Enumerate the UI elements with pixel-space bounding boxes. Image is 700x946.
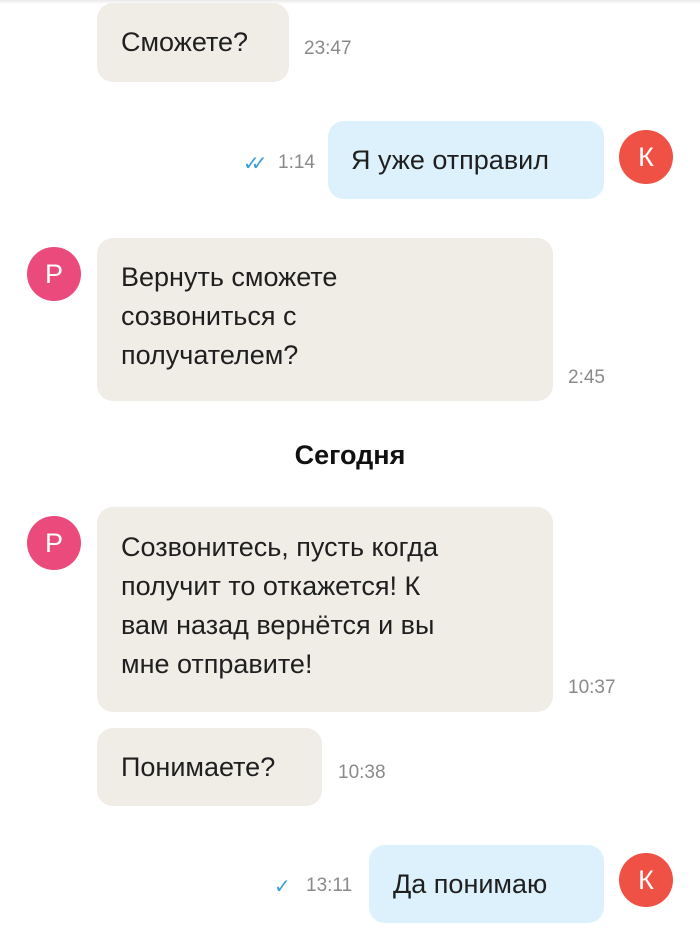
avatar[interactable]: Р — [27, 247, 81, 301]
day-separator: Сегодня — [294, 440, 406, 470]
avatar[interactable]: К — [619, 853, 673, 907]
message-time: 2:45 — [568, 367, 605, 388]
double-check-icon: ✓✓ — [243, 153, 267, 175]
top-edge-shadow — [0, 0, 700, 4]
message-text: Вернуть сможете созвониться с получателе… — [121, 262, 338, 370]
message-time: 13:11 — [306, 875, 353, 896]
message-text: Да понимаю — [393, 869, 548, 899]
message-bubble-incoming[interactable]: Вернуть сможете созвониться с получателе… — [97, 238, 605, 401]
single-check-icon: ✓ — [274, 876, 291, 898]
message-text: Сможете? — [121, 27, 249, 57]
message-bubble-incoming[interactable]: Понимаете? — [97, 728, 322, 806]
message-bubble-outgoing[interactable]: Да понимаю — [369, 845, 604, 923]
message-bubble-incoming[interactable]: Созвонитесь, пусть когда получит то отка… — [97, 507, 616, 712]
message-bubble-outgoing[interactable]: Я уже отправил — [328, 121, 604, 199]
avatar[interactable]: Р — [27, 516, 81, 570]
message-time: 10:38 — [338, 762, 386, 783]
message-text: Созвонитесь, пусть когда получит то отка… — [121, 532, 439, 679]
message-time: 10:37 — [568, 677, 616, 698]
message-text: Я уже отправил — [351, 145, 550, 175]
message-text: Понимаете? — [121, 752, 276, 782]
message-time: 1:14 — [278, 152, 315, 173]
message-bubble-incoming[interactable]: Сможете? — [97, 3, 289, 82]
message-time: 23:47 — [304, 38, 352, 59]
avatar[interactable]: К — [619, 130, 673, 184]
